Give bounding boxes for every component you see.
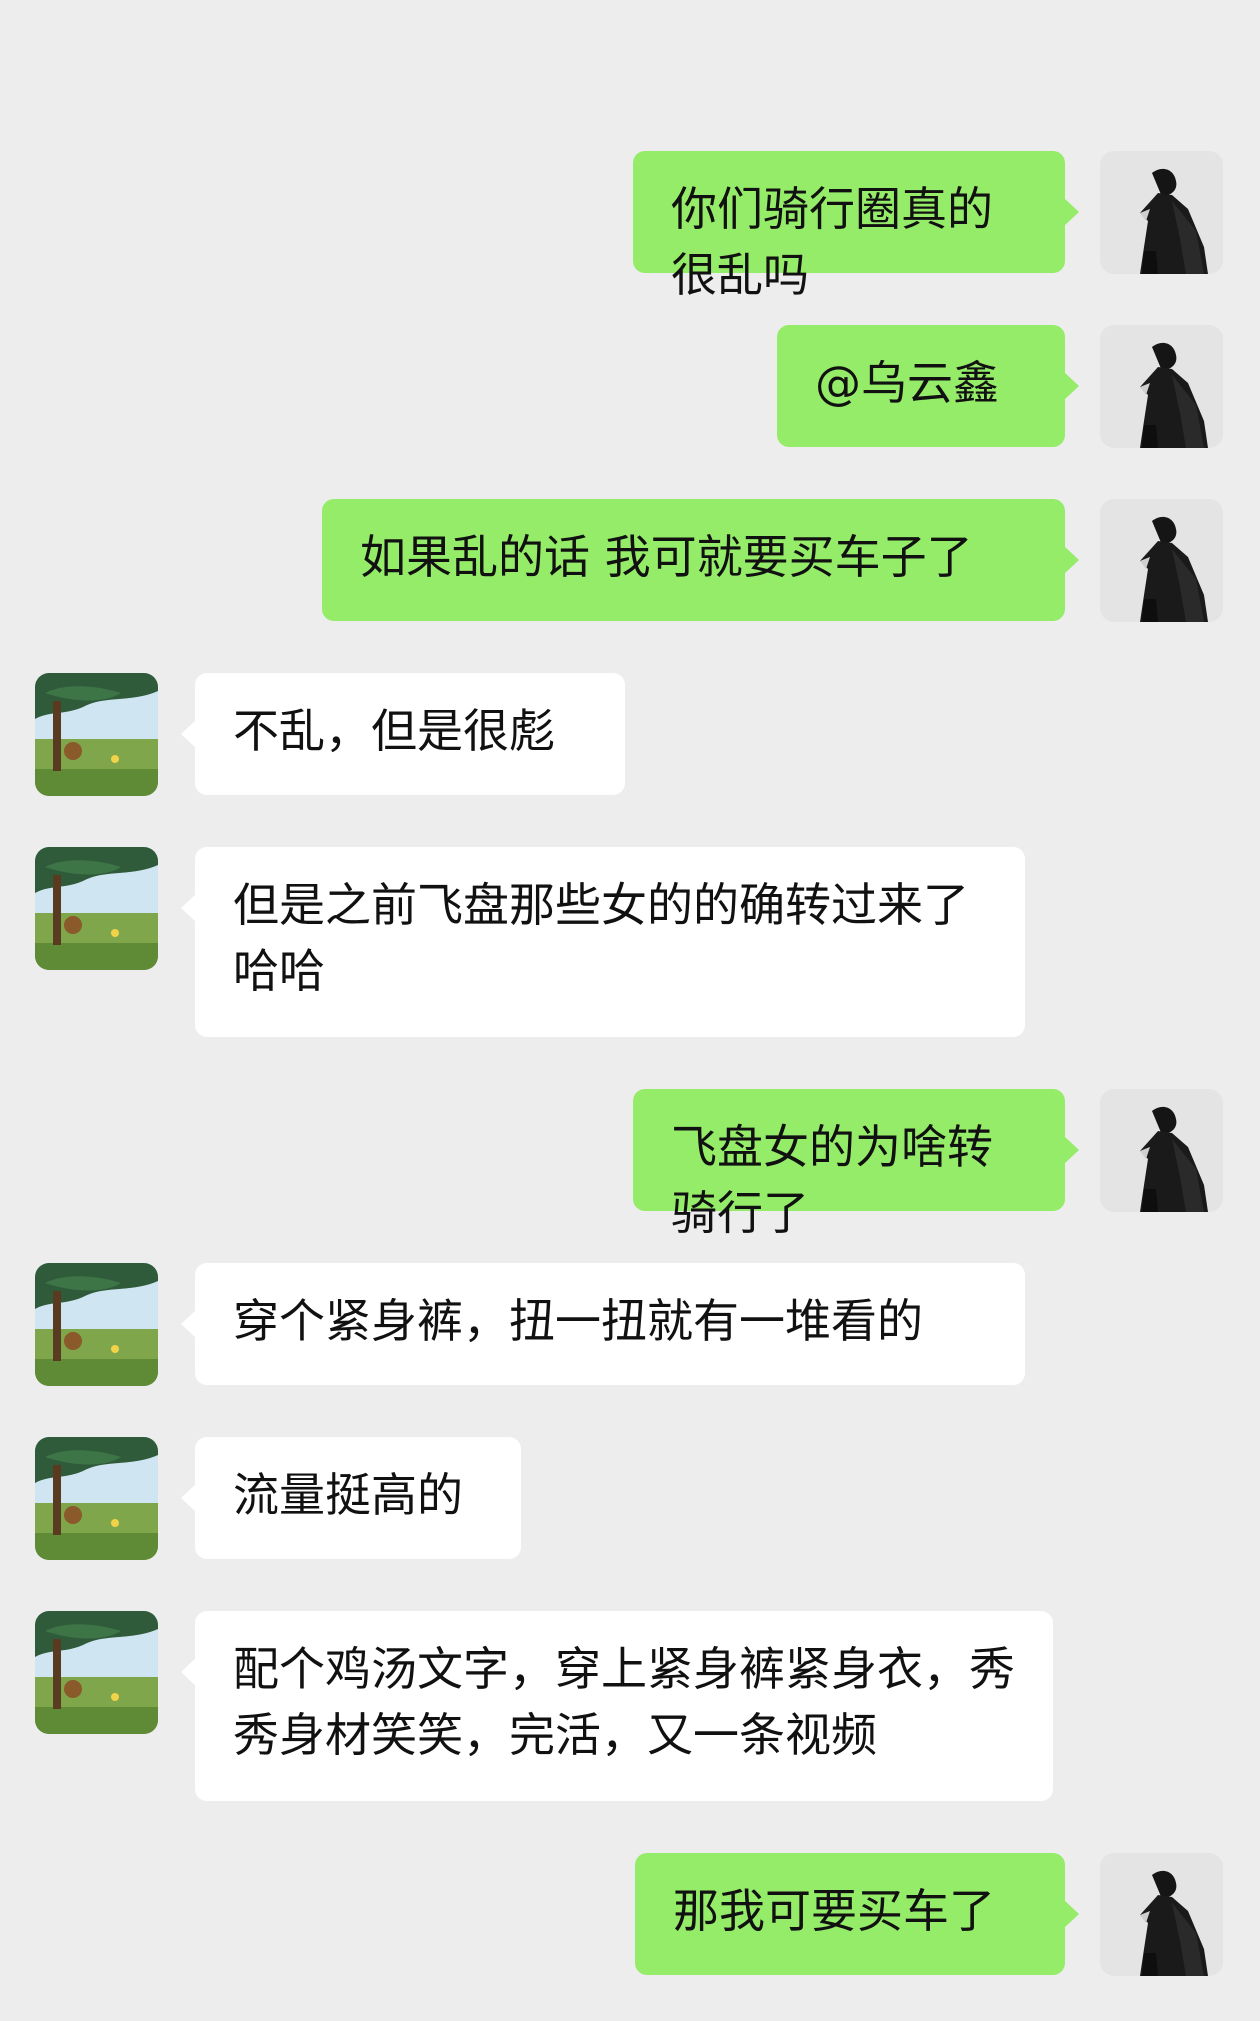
contact-avatar[interactable] [35, 1611, 158, 1734]
sent-message-bubble[interactable]: 如果乱的话 我可就要买车子了 [322, 499, 1079, 621]
dark-cloaked-figure-icon [1100, 499, 1223, 622]
anime-landscape-tree-icon [35, 673, 158, 796]
received-message-bubble[interactable]: 穿个紧身裤，扭一扭就有一堆看的 [181, 1263, 1025, 1385]
received-message-bubble[interactable]: 配个鸡汤文字，穿上紧身裤紧身衣，秀秀身材笑笑，完活，又一条视频 [181, 1611, 1053, 1801]
contact-avatar[interactable] [35, 847, 158, 970]
self-avatar[interactable] [1100, 1089, 1223, 1212]
anime-landscape-tree-icon [35, 1263, 158, 1386]
contact-avatar[interactable] [35, 673, 158, 796]
contact-avatar[interactable] [35, 1437, 158, 1560]
anime-landscape-tree-icon [35, 847, 158, 970]
self-avatar[interactable] [1100, 325, 1223, 448]
chat-message-list[interactable]: 你们骑行圈真的很乱吗 @乌云鑫 如果乱的话 我可就要买车子了 不乱，但是很彪 但… [0, 0, 1260, 2021]
sent-message-bubble[interactable]: @乌云鑫 [777, 325, 1079, 447]
sent-message-bubble[interactable]: 你们骑行圈真的很乱吗 [633, 151, 1079, 302]
self-avatar[interactable] [1100, 1853, 1223, 1976]
received-message-bubble[interactable]: 不乱，但是很彪 [181, 673, 625, 795]
contact-avatar[interactable] [35, 1263, 158, 1386]
self-avatar[interactable] [1100, 151, 1223, 274]
dark-cloaked-figure-icon [1100, 1853, 1223, 1976]
sent-message-bubble[interactable]: 飞盘女的为啥转骑行了 [633, 1089, 1079, 1240]
dark-cloaked-figure-icon [1100, 1089, 1223, 1212]
sent-message-bubble[interactable]: 那我可要买车了 [635, 1853, 1079, 1975]
anime-landscape-tree-icon [35, 1611, 158, 1734]
received-message-bubble[interactable]: 但是之前飞盘那些女的的确转过来了哈哈 [181, 847, 1025, 1037]
self-avatar[interactable] [1100, 499, 1223, 622]
received-message-bubble[interactable]: 流量挺高的 [181, 1437, 521, 1559]
dark-cloaked-figure-icon [1100, 325, 1223, 448]
dark-cloaked-figure-icon [1100, 151, 1223, 274]
anime-landscape-tree-icon [35, 1437, 158, 1560]
